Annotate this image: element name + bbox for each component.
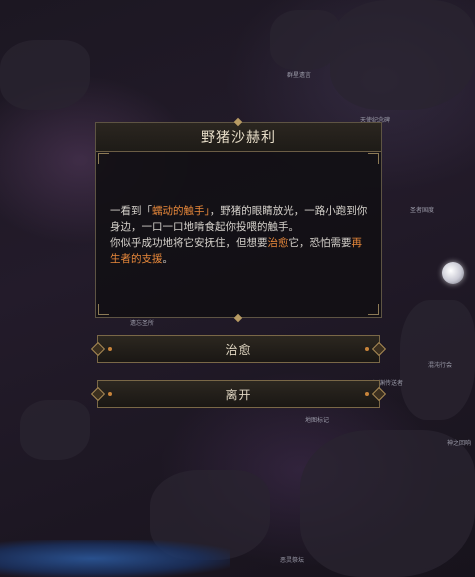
map-location-label[interactable]: 遗忘圣所 xyxy=(130,318,154,327)
heal-button[interactable]: 治愈 xyxy=(90,335,387,363)
floating-island xyxy=(0,40,90,110)
body-text-segment: 你似乎成功地将它安抚住，但想要 xyxy=(110,237,268,249)
button-ornament-icon xyxy=(371,386,387,402)
button-ornament-icon xyxy=(90,341,106,357)
heal-button-label: 治愈 xyxy=(225,342,252,357)
body-text-segment: 它，恐怕需要 xyxy=(288,237,352,249)
button-dot-icon xyxy=(108,392,112,396)
map-location-label[interactable]: 地图标记 xyxy=(305,415,329,424)
button-ornament-icon xyxy=(371,341,387,357)
dialog-header: 野猪沙赫利 xyxy=(96,123,381,152)
button-ornament-icon xyxy=(90,386,106,402)
map-location-label[interactable]: 恶灵祭坛 xyxy=(280,555,304,564)
action-highlight: 治愈 xyxy=(267,237,289,249)
dialog-title: 野猪沙赫利 xyxy=(201,130,276,146)
floating-island xyxy=(300,430,475,577)
button-dot-icon xyxy=(108,347,112,351)
body-text-segment: 一看到「 xyxy=(110,205,152,217)
map-water xyxy=(0,540,230,577)
frame-corner xyxy=(98,304,109,315)
map-location-label[interactable]: 神之回响 xyxy=(447,438,471,447)
event-dialog: 野猪沙赫利 一看到「蠕动的触手」，野猪的眼睛放光，一路小跑到你身边，一口一口地啃… xyxy=(95,117,382,323)
button-dot-icon xyxy=(365,347,369,351)
floating-island xyxy=(330,0,475,110)
frame-corner xyxy=(368,304,379,315)
item-highlight: 蠕动的触手」 xyxy=(152,205,210,217)
glowing-orb-icon[interactable] xyxy=(442,262,464,284)
map-location-label[interactable]: 群星遗言 xyxy=(287,70,311,79)
leave-button[interactable]: 离开 xyxy=(90,380,387,408)
body-text-segment: 。 xyxy=(162,253,174,265)
leave-button-label: 离开 xyxy=(225,387,252,402)
map-location-label[interactable]: 圣者国度 xyxy=(410,205,434,214)
button-dot-icon xyxy=(365,392,369,396)
frame-corner xyxy=(368,153,379,164)
frame-gem-icon xyxy=(233,313,243,323)
dialog-body: 一看到「蠕动的触手」，野猪的眼睛放光，一路小跑到你身边，一口一口地啃食起你投喂的… xyxy=(110,203,370,267)
frame-corner xyxy=(98,153,109,164)
floating-island xyxy=(20,400,90,460)
floating-island xyxy=(270,10,340,70)
map-location-label[interactable]: 混沌行会 xyxy=(428,360,452,369)
